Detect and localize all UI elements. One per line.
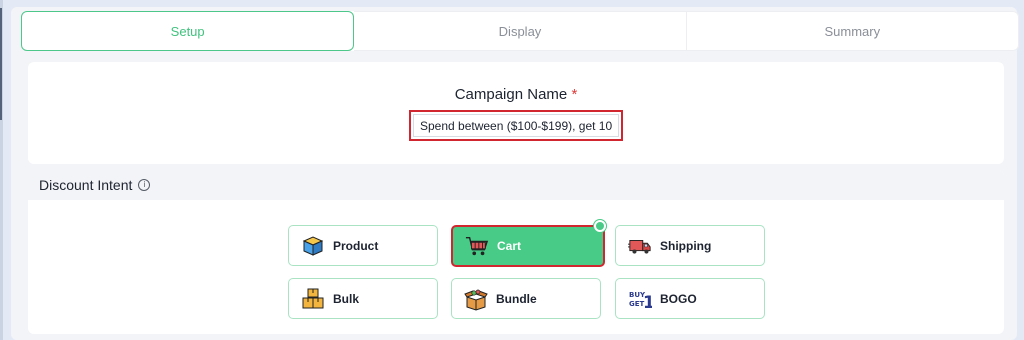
intent-option-product[interactable]: Product bbox=[288, 225, 438, 266]
required-asterisk: * bbox=[571, 86, 578, 103]
intent-option-label: Bulk bbox=[333, 291, 360, 306]
tab-display[interactable]: Display bbox=[354, 11, 686, 51]
campaign-name-card: Campaign Name * bbox=[28, 62, 1004, 164]
discount-intent-title: Discount Intent bbox=[39, 177, 133, 193]
intent-option-cart[interactable]: Cart bbox=[451, 225, 605, 267]
buy-get-one-icon: BUY GET 1 bbox=[628, 287, 652, 311]
selected-indicator-dot bbox=[594, 220, 606, 232]
campaign-name-input[interactable] bbox=[413, 114, 619, 137]
campaign-builder-panel: Setup Display Summary Campaign Name * Di… bbox=[11, 7, 1019, 340]
intent-option-bundle[interactable]: Bundle bbox=[451, 278, 601, 319]
info-icon[interactable]: i bbox=[138, 179, 151, 191]
intent-option-shipping[interactable]: Shipping bbox=[615, 225, 765, 266]
intent-option-label: Shipping bbox=[660, 238, 712, 253]
campaign-name-label: Campaign Name * bbox=[28, 86, 1004, 103]
step-tabs: Setup Display Summary bbox=[21, 11, 1019, 51]
tab-setup[interactable]: Setup bbox=[21, 11, 355, 51]
campaign-name-label-text: Campaign Name bbox=[454, 86, 568, 103]
intent-option-bulk[interactable]: Bulk bbox=[288, 278, 438, 319]
stacked-boxes-icon bbox=[301, 287, 325, 311]
intent-option-label: Bundle bbox=[496, 291, 537, 306]
discount-intent-header: Discount Intent i bbox=[28, 170, 1004, 200]
intent-option-label: Product bbox=[333, 238, 379, 253]
window-edge-marker bbox=[0, 8, 2, 120]
intent-option-label: Cart bbox=[497, 239, 522, 253]
delivery-truck-icon bbox=[628, 234, 652, 258]
intent-option-label: BOGO bbox=[660, 291, 697, 306]
intent-option-bogo[interactable]: BUY GET 1 BOGO bbox=[615, 278, 765, 319]
tab-summary[interactable]: Summary bbox=[685, 11, 1019, 51]
discount-intent-card: Discount Intent i Product Cart Shipping … bbox=[28, 170, 1004, 334]
open-box-icon bbox=[464, 287, 488, 311]
campaign-name-highlight bbox=[409, 110, 623, 141]
svg-text:1: 1 bbox=[643, 293, 652, 311]
shopping-cart-icon bbox=[465, 234, 489, 258]
product-box-icon bbox=[301, 234, 325, 258]
